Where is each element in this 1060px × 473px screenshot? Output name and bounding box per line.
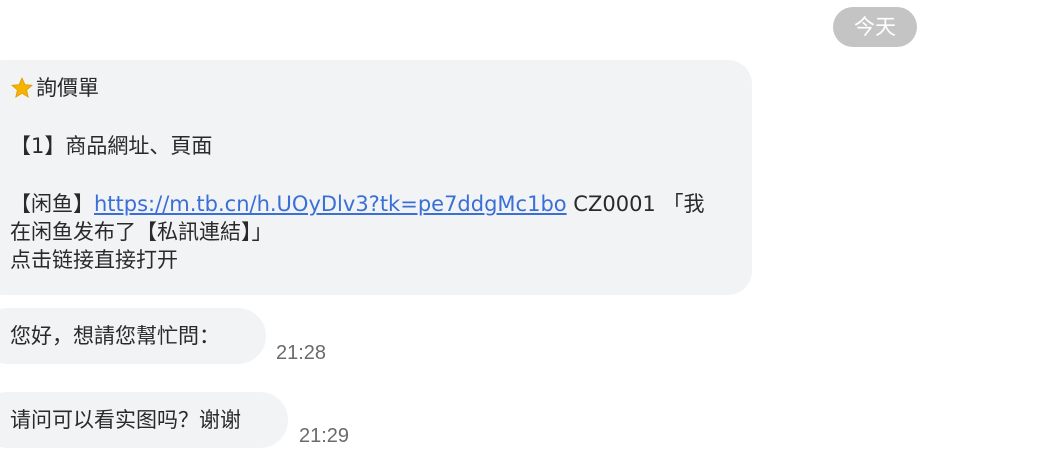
message-timestamp: 21:28 — [276, 342, 327, 364]
message-title-line: 詢價單 — [10, 74, 752, 102]
product-link[interactable]: https://m.tb.cn/h.UOyDlv3?tk=pe7ddgMc1bo — [94, 192, 567, 216]
message-link-line: 【闲鱼】https://m.tb.cn/h.UOyDlv3?tk=pe7ddgM… — [10, 190, 752, 218]
message-bubble-inquiry: 詢價單 【1】商品網址、頁面 【闲鱼】https://m.tb.cn/h.UOy… — [0, 60, 752, 295]
date-separator: 今天 — [833, 7, 917, 47]
message-text: 您好，想請您幫忙問： — [10, 324, 220, 348]
message-text: 请问可以看实图吗？谢谢 — [10, 408, 241, 432]
message-after-link: CZ0001 「我 — [566, 192, 705, 216]
message-prefix: 【闲鱼】 — [10, 192, 94, 216]
message-timestamp: 21:29 — [299, 425, 350, 447]
message-line-5: 点击链接直接打开 — [10, 248, 178, 272]
message-item-line: 【1】商品網址、頁面 — [10, 134, 213, 158]
message-bubble-request: 请问可以看实图吗？谢谢 — [0, 392, 288, 448]
message-line-4: 在闲鱼发布了【私訊連結】」 — [10, 220, 273, 244]
message-bubble-question: 您好，想請您幫忙問： — [0, 308, 266, 364]
message-title: 詢價單 — [36, 76, 99, 100]
star-icon — [11, 77, 33, 98]
